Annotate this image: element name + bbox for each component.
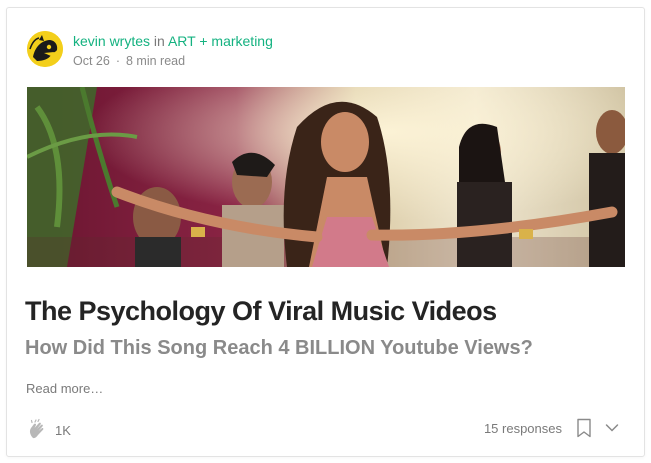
meta-separator: · bbox=[115, 54, 120, 68]
in-word: in bbox=[153, 33, 165, 49]
bookmark-icon[interactable] bbox=[574, 417, 594, 439]
publication-link[interactable]: ART + marketing bbox=[168, 33, 273, 49]
post-date[interactable]: Oct 26 bbox=[73, 54, 110, 68]
post-footer-left: 1K bbox=[25, 417, 71, 443]
post-card: kevin wrytes in ART + marketing Oct 26 · 8… bbox=[6, 7, 645, 457]
author-link[interactable]: kevin wrytes bbox=[73, 33, 150, 49]
avatar-illustration bbox=[27, 31, 63, 67]
clap-count[interactable]: 1K bbox=[55, 423, 71, 438]
read-more-link[interactable]: Read more… bbox=[26, 381, 103, 397]
responses-link[interactable]: 15 responses bbox=[484, 421, 562, 436]
chevron-down-icon[interactable] bbox=[602, 417, 622, 439]
clap-hands-icon[interactable] bbox=[25, 417, 51, 443]
author-avatar[interactable] bbox=[27, 31, 63, 67]
post-meta: kevin wrytes in ART + marketing Oct 26 · 8… bbox=[73, 31, 273, 69]
read-time: 8 min read bbox=[126, 54, 186, 68]
post-byline: kevin wrytes in ART + marketing Oct 26 · 8… bbox=[27, 31, 273, 69]
post-hero-image[interactable] bbox=[27, 87, 625, 267]
post-title[interactable]: The Psychology Of Viral Music Videos bbox=[25, 295, 497, 327]
post-footer-right: 15 responses bbox=[484, 417, 622, 439]
hero-illustration bbox=[27, 87, 625, 267]
post-subtitle[interactable]: How Did This Song Reach 4 BILLION Youtub… bbox=[25, 335, 533, 361]
